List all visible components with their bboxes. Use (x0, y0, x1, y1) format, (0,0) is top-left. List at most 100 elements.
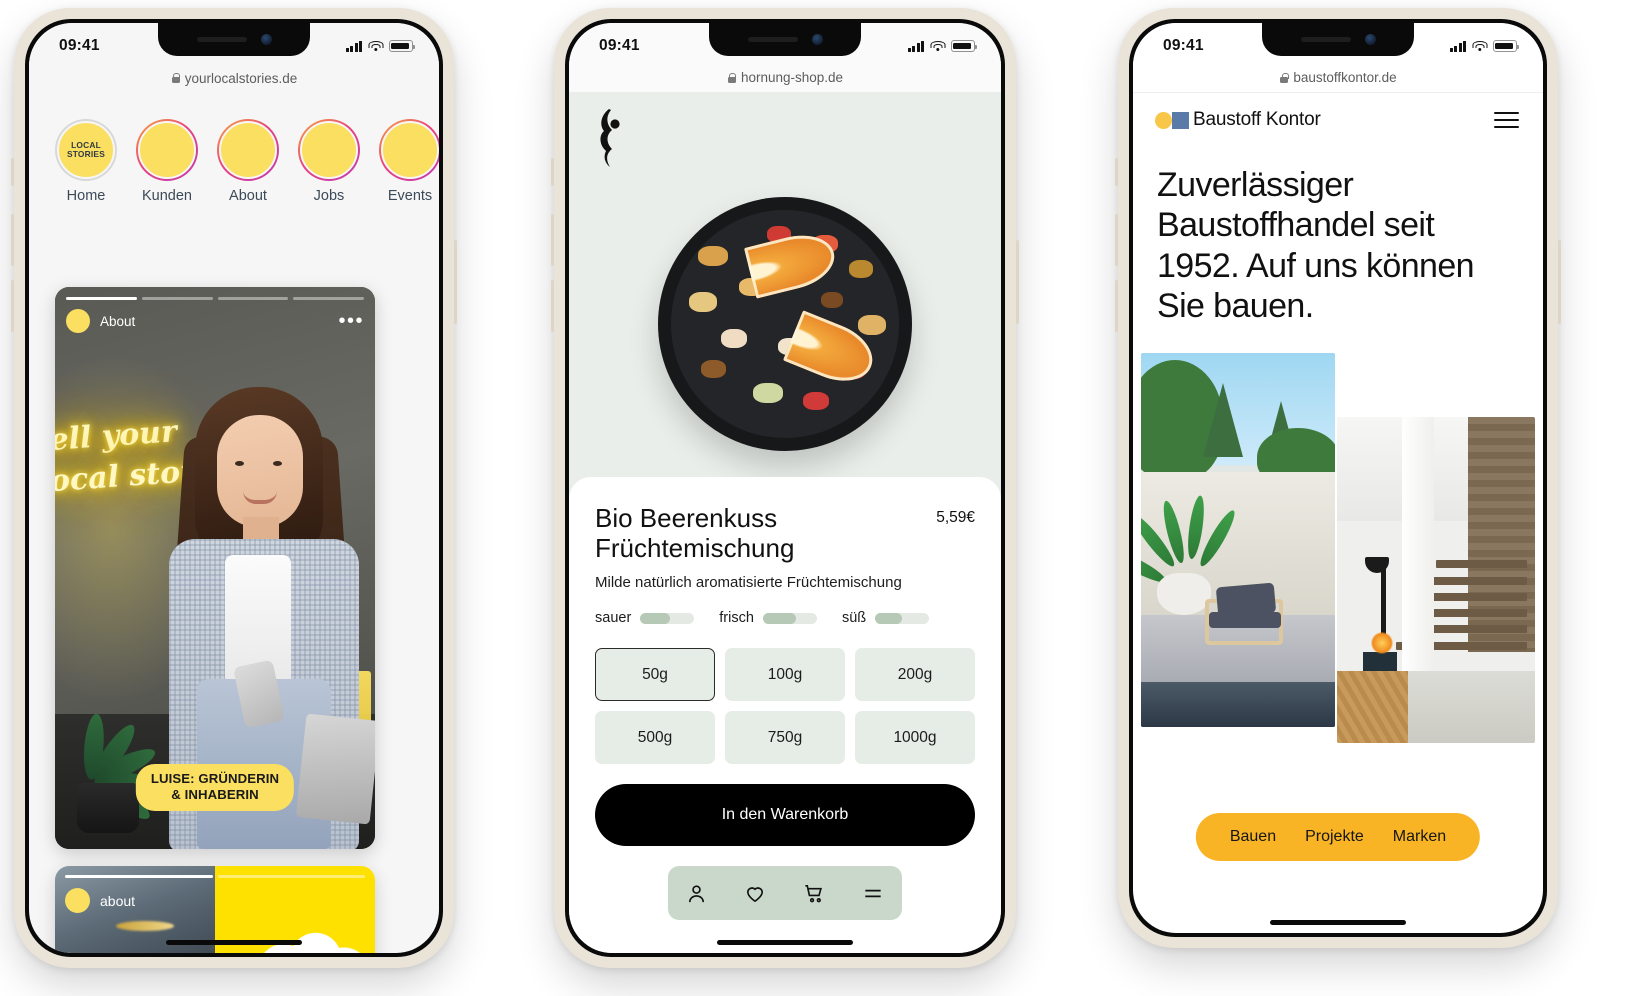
account-icon[interactable] (685, 882, 708, 905)
story-badge-about (219, 121, 277, 179)
story-ring-about (217, 119, 279, 181)
nav-link-projekte[interactable]: Projekte (1305, 828, 1364, 846)
sidebar-item-jobs[interactable]: Jobs (298, 119, 360, 204)
add-to-cart-button[interactable]: In den Warenkorb (595, 784, 975, 847)
phone2-power-button[interactable] (1016, 240, 1019, 324)
phone-mockup-3: 09:41 baustoffkontor.de Baustoff Kontor … (1115, 8, 1561, 948)
story-avatar (66, 309, 90, 333)
taste-bar-suess (875, 612, 930, 624)
story-label-about: About (229, 188, 267, 204)
sidebar-item-about[interactable]: About (217, 119, 279, 204)
weight-option-100g[interactable]: 100g (725, 648, 845, 702)
image-collage (1133, 352, 1543, 793)
phone2-url-bar[interactable]: hornung-shop.de (569, 63, 1001, 93)
battery-icon (389, 40, 416, 52)
phone3-url-text: baustoffkontor.de (1293, 70, 1397, 85)
weight-option-750g[interactable]: 750g (725, 711, 845, 765)
phone1-url-bar[interactable]: yourlocalstories.de (29, 63, 439, 93)
phone3-volume-down-button[interactable] (1115, 280, 1118, 332)
site-header: Baustoff Kontor (1133, 93, 1543, 147)
brand-name: Baustoff Kontor (1193, 109, 1321, 130)
taste-label-sauer: sauer (595, 610, 632, 627)
page-headline: Zuverlässiger Baustoffhandel seit 1952. … (1157, 166, 1475, 326)
taste-frisch: frisch (719, 610, 817, 626)
brand-logo[interactable]: Baustoff Kontor (1155, 109, 1321, 131)
front-camera (1364, 34, 1376, 45)
weight-option-1000g[interactable]: 1000g (855, 711, 975, 765)
wifi-icon (1472, 40, 1487, 52)
phone1-notch (158, 23, 310, 56)
menu-icon[interactable] (861, 882, 885, 905)
front-camera (260, 34, 272, 45)
lock-icon (171, 73, 181, 83)
phone3-mute-button[interactable] (1115, 158, 1118, 186)
story-author-name: About (100, 313, 136, 329)
story-badge-home: LOCAL STORIES (57, 121, 115, 179)
phone1-mute-button[interactable] (11, 158, 14, 186)
taste-bar-sauer (640, 612, 695, 624)
earpiece-speaker (196, 37, 247, 42)
phone2-notch (709, 23, 861, 56)
status-time: 09:41 (59, 37, 100, 54)
phone3-home-indicator[interactable] (1270, 920, 1406, 925)
story-ring-kunden (136, 119, 198, 181)
sidebar-item-kunden[interactable]: Kunden (136, 119, 198, 204)
wifi-icon (930, 40, 945, 52)
cellular-signal-icon (345, 40, 362, 52)
phone3-notch (1262, 23, 1414, 56)
story-more-icon[interactable]: ••• (338, 311, 364, 331)
weight-option-200g[interactable]: 200g (855, 648, 975, 702)
phone3-url-bar[interactable]: baustoffkontor.de (1133, 63, 1543, 93)
nav-link-marken[interactable]: Marken (1393, 828, 1446, 846)
phone1-home-indicator[interactable] (166, 940, 302, 945)
story-ring-jobs (298, 119, 360, 181)
sidebar-item-home[interactable]: LOCAL STORIES Home (55, 119, 117, 204)
shop-logo-icon[interactable] (595, 107, 625, 169)
phone1-volume-down-button[interactable] (11, 280, 14, 332)
phone-mockup-2: 09:41 hornung-shop.de Bio Beerenkuss Frü… (551, 8, 1019, 968)
phone2-volume-up-button[interactable] (551, 214, 554, 266)
phone1-url-text: yourlocalstories.de (184, 70, 298, 86)
heart-icon[interactable] (743, 882, 767, 905)
status-time: 09:41 (599, 37, 640, 54)
phone3-power-button[interactable] (1558, 240, 1561, 324)
taste-bar-frisch (762, 612, 817, 624)
phone2-home-indicator[interactable] (717, 940, 853, 945)
product-image-bowl (658, 197, 912, 451)
battery-icon (951, 40, 978, 52)
phone3-volume-up-button[interactable] (1115, 214, 1118, 266)
phone2-url-text: hornung-shop.de (740, 70, 844, 85)
taste-label-frisch: frisch (719, 610, 754, 627)
cellular-signal-icon (907, 40, 924, 52)
story-label-events: Events (387, 188, 433, 204)
story-next-header: about (65, 888, 135, 913)
weight-option-500g[interactable]: 500g (595, 711, 715, 765)
cellular-signal-icon (1449, 40, 1466, 52)
taste-profile: sauer frisch süß (595, 610, 975, 626)
phone-mockup-1: 09:41 yourlocalstories.de LOCAL STORIES … (11, 8, 457, 968)
story-ring-events (379, 119, 439, 181)
status-time: 09:41 (1163, 37, 1204, 54)
product-price: 5,59€ (936, 509, 975, 526)
phone1-power-button[interactable] (454, 240, 457, 324)
screenshot-stage: 09:41 yourlocalstories.de LOCAL STORIES … (0, 0, 1630, 996)
phone2-volume-down-button[interactable] (551, 280, 554, 332)
story-header: About ••• (66, 309, 364, 333)
phone1-volume-up-button[interactable] (11, 214, 14, 266)
story-label-jobs: Jobs (313, 188, 345, 204)
phone2-mute-button[interactable] (551, 158, 554, 186)
story-card-about[interactable]: tell your local story About ••• LUISE: G… (55, 287, 375, 849)
product-title: Bio Beerenkuss Früchtemischung (595, 503, 795, 564)
nav-link-bauen[interactable]: Bauen (1230, 828, 1276, 846)
weight-option-50g[interactable]: 50g (595, 648, 715, 702)
product-detail-sheet: Bio Beerenkuss Früchtemischung 5,59€ Mil… (569, 477, 1001, 953)
plant-decor (61, 683, 162, 833)
bottom-tab-bar (668, 866, 902, 921)
cart-icon[interactable] (802, 882, 826, 905)
hamburger-icon[interactable] (1494, 112, 1519, 128)
interior-staircase-image (1337, 416, 1535, 743)
product-hero (569, 93, 1001, 499)
product-subtitle: Milde natürlich aromatisierte Früchtemis… (595, 574, 902, 592)
sidebar-item-events[interactable]: Events (379, 119, 439, 204)
lock-icon (727, 72, 737, 83)
